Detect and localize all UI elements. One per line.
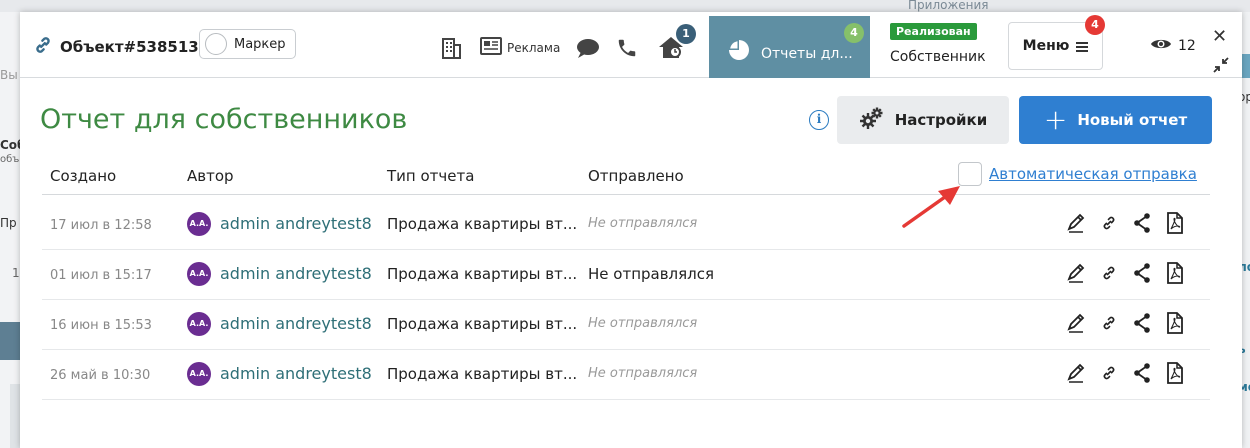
- author-link[interactable]: admin andreytest8: [220, 214, 372, 233]
- menu-badge: 4: [1085, 15, 1105, 35]
- marker-label: Маркер: [234, 36, 286, 52]
- views-count: 12: [1178, 37, 1196, 54]
- sent-status: Не отправлялся: [588, 316, 698, 331]
- pdf-icon[interactable]: [1166, 312, 1184, 334]
- background-topbar: Приложения: [0, 0, 1250, 12]
- hamburger-icon: [1076, 37, 1089, 56]
- toggle-knob[interactable]: [205, 33, 227, 55]
- tab-reports[interactable]: Отчеты дл... 4: [709, 16, 870, 78]
- created-date: 26 май в 10:30: [50, 368, 151, 383]
- new-report-button[interactable]: + Новый отчет: [1019, 96, 1212, 144]
- link-icon[interactable]: [1100, 312, 1118, 334]
- share-icon[interactable]: [1133, 312, 1151, 334]
- row-actions: [1067, 262, 1184, 284]
- reports-badge: 4: [844, 23, 864, 43]
- share-icon[interactable]: [1133, 362, 1151, 384]
- auto-send-link[interactable]: Автоматическая отправка: [989, 165, 1197, 183]
- settings-label: Настройки: [894, 111, 988, 129]
- pen-icon[interactable]: [1067, 312, 1085, 334]
- object-header: Объект#538513: [32, 34, 199, 60]
- sent-status: Не отправлялся: [588, 216, 698, 231]
- ads-label: Реклама: [507, 41, 561, 55]
- pen-icon[interactable]: [1067, 212, 1085, 234]
- sent-status: Не отправлялся: [588, 265, 715, 283]
- pen-icon[interactable]: [1067, 262, 1085, 284]
- avatar: A.A.: [187, 212, 211, 236]
- column-report-type: Тип отчета: [387, 167, 475, 185]
- link-icon[interactable]: [32, 34, 54, 60]
- table-row: 17 июл в 12:58 A.A. admin andreytest8 Прода…: [42, 200, 1210, 250]
- owner-label[interactable]: Собственник: [890, 49, 986, 65]
- settings-button[interactable]: Настройки: [837, 96, 1009, 144]
- author-link[interactable]: admin andreytest8: [220, 364, 372, 383]
- row-actions: [1067, 312, 1184, 334]
- info-icon[interactable]: i: [809, 110, 829, 130]
- background-apps-label: Приложения: [908, 0, 989, 12]
- status-badge: Реализован: [890, 23, 977, 40]
- newspaper-icon: [480, 37, 502, 59]
- column-author: Автор: [187, 167, 234, 185]
- background-fragment: 1: [12, 266, 20, 280]
- modal-topbar: Объект#538513 Маркер Реклама 1 Отчеты дл…: [20, 12, 1242, 78]
- menu-label: Меню: [1022, 38, 1070, 54]
- avatar: A.A.: [187, 362, 211, 386]
- table-row: 16 июн в 15:53 A.A. admin andreytest8 Прода…: [42, 300, 1210, 350]
- created-date: 01 июл в 15:17: [50, 268, 152, 283]
- author-link[interactable]: admin andreytest8: [220, 264, 372, 283]
- report-type: Продажа квартиры вт...: [387, 265, 578, 283]
- link-icon[interactable]: [1100, 262, 1118, 284]
- object-title: Объект#538513: [60, 38, 199, 56]
- row-actions: [1067, 362, 1184, 384]
- link-icon[interactable]: [1100, 362, 1118, 384]
- table-row: 26 май в 10:30 A.A. admin andreytest8 Прода…: [42, 350, 1210, 400]
- report-type: Продажа квартиры вт...: [387, 365, 578, 383]
- share-icon[interactable]: [1133, 212, 1151, 234]
- collapse-icon[interactable]: [1213, 57, 1229, 77]
- chat-icon[interactable]: [576, 37, 600, 63]
- report-type: Продажа квартиры вт...: [387, 315, 578, 333]
- pen-icon[interactable]: [1067, 362, 1085, 384]
- gears-icon: [859, 106, 885, 134]
- phone-icon[interactable]: [616, 37, 638, 63]
- background-fragment: Вы: [0, 68, 18, 82]
- tab-reports-label: Отчеты дл...: [761, 46, 853, 62]
- close-icon[interactable]: ✕: [1212, 26, 1227, 47]
- menu-button[interactable]: Меню 4: [1008, 15, 1105, 70]
- plus-icon: +: [1043, 103, 1068, 136]
- house-badge: 1: [676, 24, 696, 44]
- ads-button[interactable]: Реклама: [480, 37, 560, 59]
- column-sent: Отправлено: [588, 167, 684, 185]
- header-divider: [42, 194, 1210, 195]
- author-link[interactable]: admin andreytest8: [220, 314, 372, 333]
- avatar: A.A.: [187, 262, 211, 286]
- table-row: 01 июл в 15:17 A.A. admin andreytest8 Прода…: [42, 250, 1210, 300]
- sent-status: Не отправлялся: [588, 366, 698, 381]
- created-date: 17 июл в 12:58: [50, 218, 152, 233]
- marker-toggle[interactable]: Маркер: [199, 29, 296, 59]
- pdf-icon[interactable]: [1166, 362, 1184, 384]
- background-icons: Приложения: [650, 0, 1250, 12]
- owner-report-modal: Объект#538513 Маркер Реклама 1 Отчеты дл…: [20, 12, 1242, 448]
- link-icon[interactable]: [1100, 212, 1118, 234]
- building-icon[interactable]: [440, 37, 462, 63]
- avatar: A.A.: [187, 312, 211, 336]
- created-date: 16 июн в 15:53: [50, 318, 152, 333]
- page-title: Отчет для собственников: [40, 104, 408, 135]
- column-created: Создано: [50, 167, 117, 185]
- pdf-icon[interactable]: [1166, 262, 1184, 284]
- new-report-label: Новый отчет: [1077, 111, 1188, 129]
- background-fragment: Пр: [0, 216, 17, 230]
- views-counter: 12: [1150, 36, 1196, 55]
- share-icon[interactable]: [1133, 262, 1151, 284]
- report-type: Продажа квартиры вт...: [387, 215, 578, 233]
- eye-icon: [1150, 36, 1172, 55]
- row-actions: [1067, 212, 1184, 234]
- pie-chart-icon: [729, 40, 749, 64]
- pdf-icon[interactable]: [1166, 212, 1184, 234]
